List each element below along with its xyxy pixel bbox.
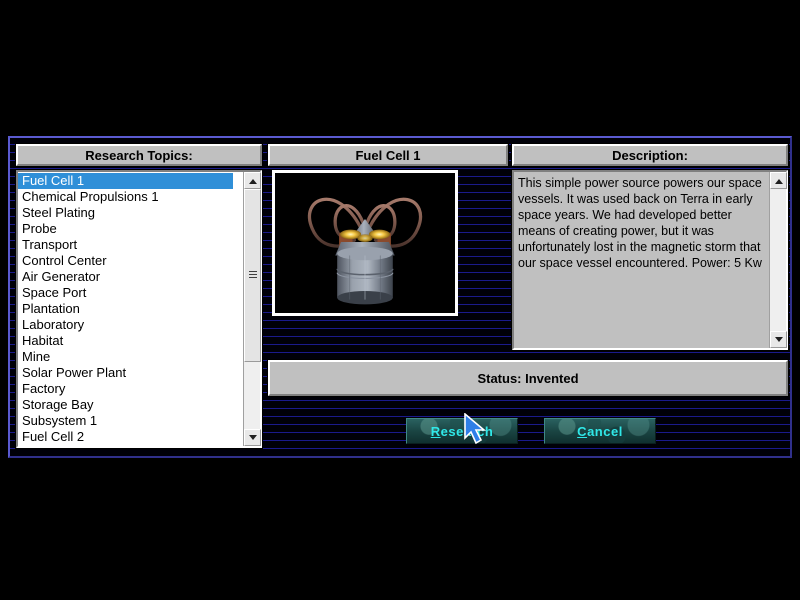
preview-title: Fuel Cell 1: [355, 148, 421, 163]
description-box: This simple power source powers our spac…: [511, 169, 789, 351]
cancel-accel-letter: C: [577, 423, 588, 439]
research-button[interactable]: Research: [406, 418, 518, 444]
list-item[interactable]: Factory: [18, 381, 233, 397]
scroll-up-arrow-icon: [774, 178, 783, 184]
research-label-rest: esearch: [440, 423, 494, 439]
scroll-grip-icon: [249, 271, 257, 280]
list-item[interactable]: Chemical Propulsions 1: [18, 189, 233, 205]
scroll-down-arrow-icon: [248, 434, 257, 440]
research-button-label: Research: [431, 424, 494, 439]
list-item[interactable]: Steel Plating: [18, 205, 233, 221]
list-item[interactable]: Solar Power Plant: [18, 365, 233, 381]
list-item[interactable]: Habitat: [18, 333, 233, 349]
description-scroll-up-button[interactable]: [770, 172, 787, 189]
description-title: Description:: [612, 148, 688, 163]
description-scroll-track[interactable]: [770, 189, 786, 331]
fuel-cell-render-icon: [275, 173, 455, 313]
research-dialog: Research Topics: Fuel Cell 1 Chemical Pro…: [8, 136, 792, 458]
research-topics-list[interactable]: Fuel Cell 1 Chemical Propulsions 1 Steel P…: [18, 172, 233, 446]
topics-scroll-track[interactable]: [244, 189, 261, 429]
list-item[interactable]: Mine: [18, 349, 233, 365]
cancel-button-label: Cancel: [577, 424, 623, 439]
cancel-label-rest: ancel: [587, 423, 623, 439]
description-scroll-down-button[interactable]: [770, 331, 787, 348]
list-item[interactable]: Transport: [18, 237, 233, 253]
list-item[interactable]: Storage Bay: [18, 397, 233, 413]
list-item[interactable]: Fuel Cell 2: [18, 429, 233, 445]
description-text: This simple power source powers our spac…: [518, 176, 762, 270]
list-item[interactable]: Control Center: [18, 253, 233, 269]
scroll-up-arrow-icon: [248, 178, 257, 184]
description-scrollbar[interactable]: [769, 172, 787, 348]
list-item[interactable]: Probe: [18, 221, 233, 237]
list-item[interactable]: Fuel Cell 1: [18, 173, 233, 189]
list-item[interactable]: Plantation: [18, 301, 233, 317]
cancel-button[interactable]: Cancel: [544, 418, 656, 444]
list-item[interactable]: Subsystem 1: [18, 413, 233, 429]
status-text: Status: Invented: [477, 370, 579, 386]
research-accel-letter: R: [430, 423, 441, 439]
topics-scrollbar[interactable]: [243, 172, 261, 446]
research-topics-header: Research Topics:: [15, 143, 263, 167]
list-item[interactable]: Space Port: [18, 285, 233, 301]
status-bar: Status: Invented: [267, 359, 789, 397]
topics-scroll-thumb[interactable]: [244, 189, 261, 362]
preview-header: Fuel Cell 1: [267, 143, 509, 167]
list-item[interactable]: Laboratory: [18, 317, 233, 333]
preview-image-frame: [272, 170, 458, 316]
topics-scroll-up-button[interactable]: [244, 172, 261, 189]
topics-scroll-down-button[interactable]: [244, 429, 261, 446]
research-topics-title: Research Topics:: [85, 148, 193, 163]
list-item[interactable]: Air Generator: [18, 269, 233, 285]
scroll-down-arrow-icon: [774, 336, 783, 342]
description-header: Description:: [511, 143, 789, 167]
research-topics-listbox[interactable]: Fuel Cell 1 Chemical Propulsions 1 Steel P…: [15, 169, 263, 449]
